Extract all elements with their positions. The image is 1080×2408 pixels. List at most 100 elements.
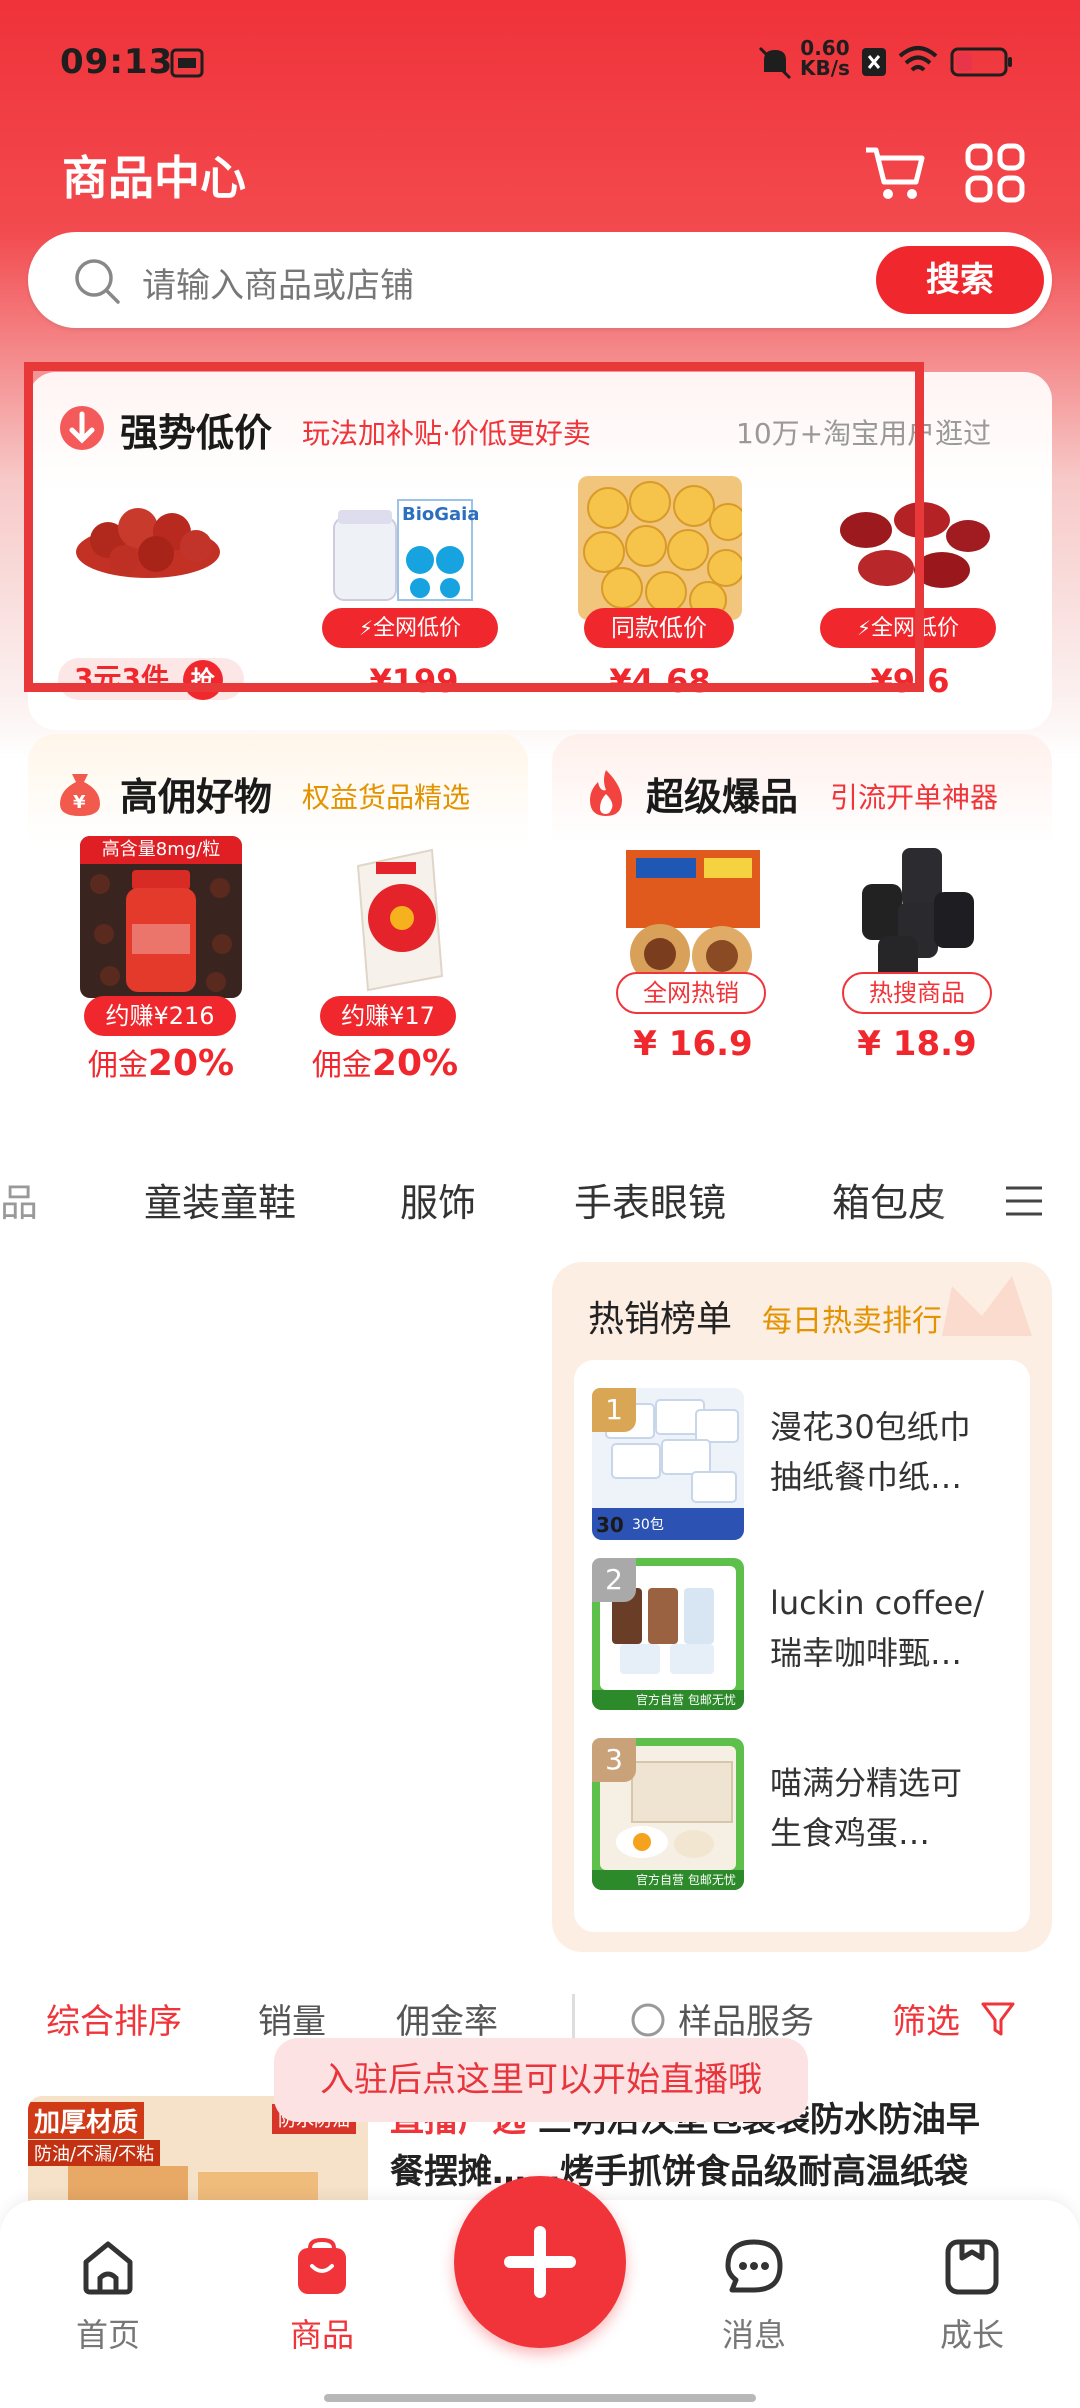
home-indicator [324,2394,756,2402]
nav-growth[interactable]: 成长 [912,2238,1032,2358]
live-tip-toast[interactable]: 入驻后点这里可以开始直播哦 [274,2038,808,2122]
filter-icon[interactable] [980,2000,1016,2040]
commission-rate: 佣金20% [87,1043,235,1084]
hot-badge: 热搜商品 [842,972,992,1014]
crown-watermark-icon [942,1276,1032,1336]
category-tab[interactable]: 品 [0,1172,38,1227]
sort-comprehensive[interactable]: 综合排序 [46,1994,182,2043]
super-hot-subtitle: 引流开单神器 [830,781,999,814]
mute-icon [758,46,792,80]
grab-badge: 抢 [182,660,223,700]
grid-icon[interactable] [964,142,1026,204]
money-bag-icon: ¥ [60,774,100,816]
sort-commission[interactable]: 佣金率 [396,1994,498,2043]
rank-badge: 2 [592,1558,636,1602]
hot-list-card[interactable]: 热销榜单 每日热卖排行 30 30包 1 漫花30包纸巾 抽纸餐巾纸… 官方自营… [552,1262,1052,1952]
plus-icon [504,2226,576,2298]
menu-icon[interactable] [1004,1184,1044,1218]
battery-icon [950,47,1012,77]
hot-list-item[interactable]: 官方自营 包邮无忧 2 luckin coffee/ 瑞幸咖啡甄… [574,1542,1030,1724]
tab-fade [930,1138,1000,1258]
sample-service-toggle[interactable]: 样品服务 [678,1994,814,2043]
category-tab[interactable]: 童装童鞋 [144,1172,296,1227]
hot-list-item[interactable]: 30 30包 1 漫花30包纸巾 抽纸餐巾纸… [574,1360,1030,1542]
nav-messages-label: 消息 [721,2316,786,2354]
super-hot-card[interactable]: 超级爆品 引流开单神器 全网热销 ¥ 16.9 热搜商品 ¥ 18.9 [552,734,1052,1106]
product-image[interactable] [314,836,476,998]
nav-home[interactable]: 首页 [48,2238,168,2358]
checkbox-icon[interactable] [630,2002,666,2038]
nav-growth-label: 成长 [939,2316,1004,2354]
hot-list-item[interactable]: 官方自营 包邮无忧 3 喵满分精选可 生食鸡蛋… [574,1724,1030,1906]
status-bar: 09:13 0.60 KB/s [0,0,1080,130]
deal-tag[interactable]: 3元3件 抢 [58,658,244,700]
dried-fruit-image [76,508,220,578]
supplement-image [90,870,232,992]
hot-item-name: 漫花30包纸巾 抽纸餐巾纸… [770,1408,971,1496]
category-tabs: 品 童装童鞋 服饰 手表眼镜 箱包皮 [0,1138,1080,1258]
super-hot-title: 超级爆品 [646,775,799,819]
nav-products[interactable]: 商品 [262,2238,382,2358]
category-tab[interactable]: 手表眼镜 [574,1172,726,1227]
net-speed: 0.60 KB/s [800,38,850,78]
bottom-nav: 首页 商品 消息 成长 [0,2176,1080,2408]
create-button[interactable] [454,2176,626,2348]
hot-list: 30 30包 1 漫花30包纸巾 抽纸餐巾纸… 官方自营 包邮无忧 2 luck… [574,1360,1030,1932]
high-commission-card[interactable]: ¥ 高佣好物 权益货品精选 高含量8mg/粒 约赚¥216 佣金20% 约赚¥1… [28,734,528,1106]
hot-list-subtitle: 每日热卖排行 [762,1304,942,1339]
home-icon [83,2241,133,2295]
category-tab[interactable]: 箱包皮 [832,1172,946,1227]
low-price-badge: ⚡全网低价 [322,608,498,648]
item-price: ¥9.6 [870,662,950,700]
bag-icon [298,2238,346,2294]
product-image[interactable] [68,474,228,584]
search-icon [75,259,120,304]
product-image[interactable] [578,476,742,620]
rank-badge: 1 [592,1388,636,1432]
high-commission-title: 高佣好物 [120,775,273,819]
image-tag: 防油/不漏/不粘 [28,2140,161,2166]
image-caption: 30包 [632,1517,664,1533]
search-bar[interactable]: 请输入商品或店铺 搜索 [28,232,1052,328]
item-price: ¥199 [369,662,459,700]
hot-item-name: 喵满分精选可 生食鸡蛋… [770,1764,963,1852]
high-commission-subtitle: 权益货品精选 [302,781,471,814]
calendar-icon [170,48,204,78]
rank-badge: 3 [592,1738,636,1782]
sort-sales[interactable]: 销量 [258,1994,326,2043]
message-icon [725,2239,783,2293]
image-caption: 官方自营 包邮无忧 [636,1693,736,1707]
fire-icon [590,770,622,816]
earn-badge: 约赚¥216 [84,996,236,1036]
deal-tag-label: 3元3件 [74,662,169,695]
wifi-icon [898,46,938,72]
hot-list-title: 热销榜单 [588,1299,733,1340]
biogaia-image: BioGaia [333,499,478,601]
low-price-badge: ⚡全网低价 [820,608,996,648]
low-price-subtitle: 玩法加补贴·价低更好卖 [302,417,591,450]
item-price: ¥4.68 [609,662,711,700]
hot-item-name: luckin coffee/ 瑞幸咖啡甄… [770,1584,985,1672]
filter-button[interactable]: 筛选 [892,1994,960,2043]
cart-icon[interactable] [862,142,926,202]
item-price: ¥ 16.9 [633,1024,753,1064]
product-image[interactable]: BioGaia [328,480,478,610]
search-button[interactable]: 搜索 [876,246,1044,314]
product-image[interactable]: 高含量8mg/粒 [80,836,242,998]
product-image[interactable] [826,480,990,610]
hot-badge: 全网热销 [616,972,766,1014]
search-input[interactable]: 请输入商品或店铺 [142,258,414,307]
sim-icon [862,48,886,76]
low-price-card[interactable]: 强势低价 玩法加补贴·价低更好卖 10万+淘宝用户逛过 3元3件 抢 BioGa… [28,372,1052,730]
low-price-note: 10万+淘宝用户逛过 [736,417,992,450]
category-tab[interactable]: 服饰 [400,1172,476,1227]
cookie-image [583,481,742,619]
image-caption: 官方自营 包邮无忧 [636,1873,736,1887]
down-arrow-icon [60,406,104,450]
svg-text:BioGaia: BioGaia [402,504,478,525]
nav-products-label: 商品 [289,2316,354,2354]
status-time: 09:13 [60,42,174,82]
item-price: ¥ 18.9 [857,1024,977,1064]
nav-messages[interactable]: 消息 [694,2238,814,2358]
net-speed-unit: KB/s [800,56,850,80]
